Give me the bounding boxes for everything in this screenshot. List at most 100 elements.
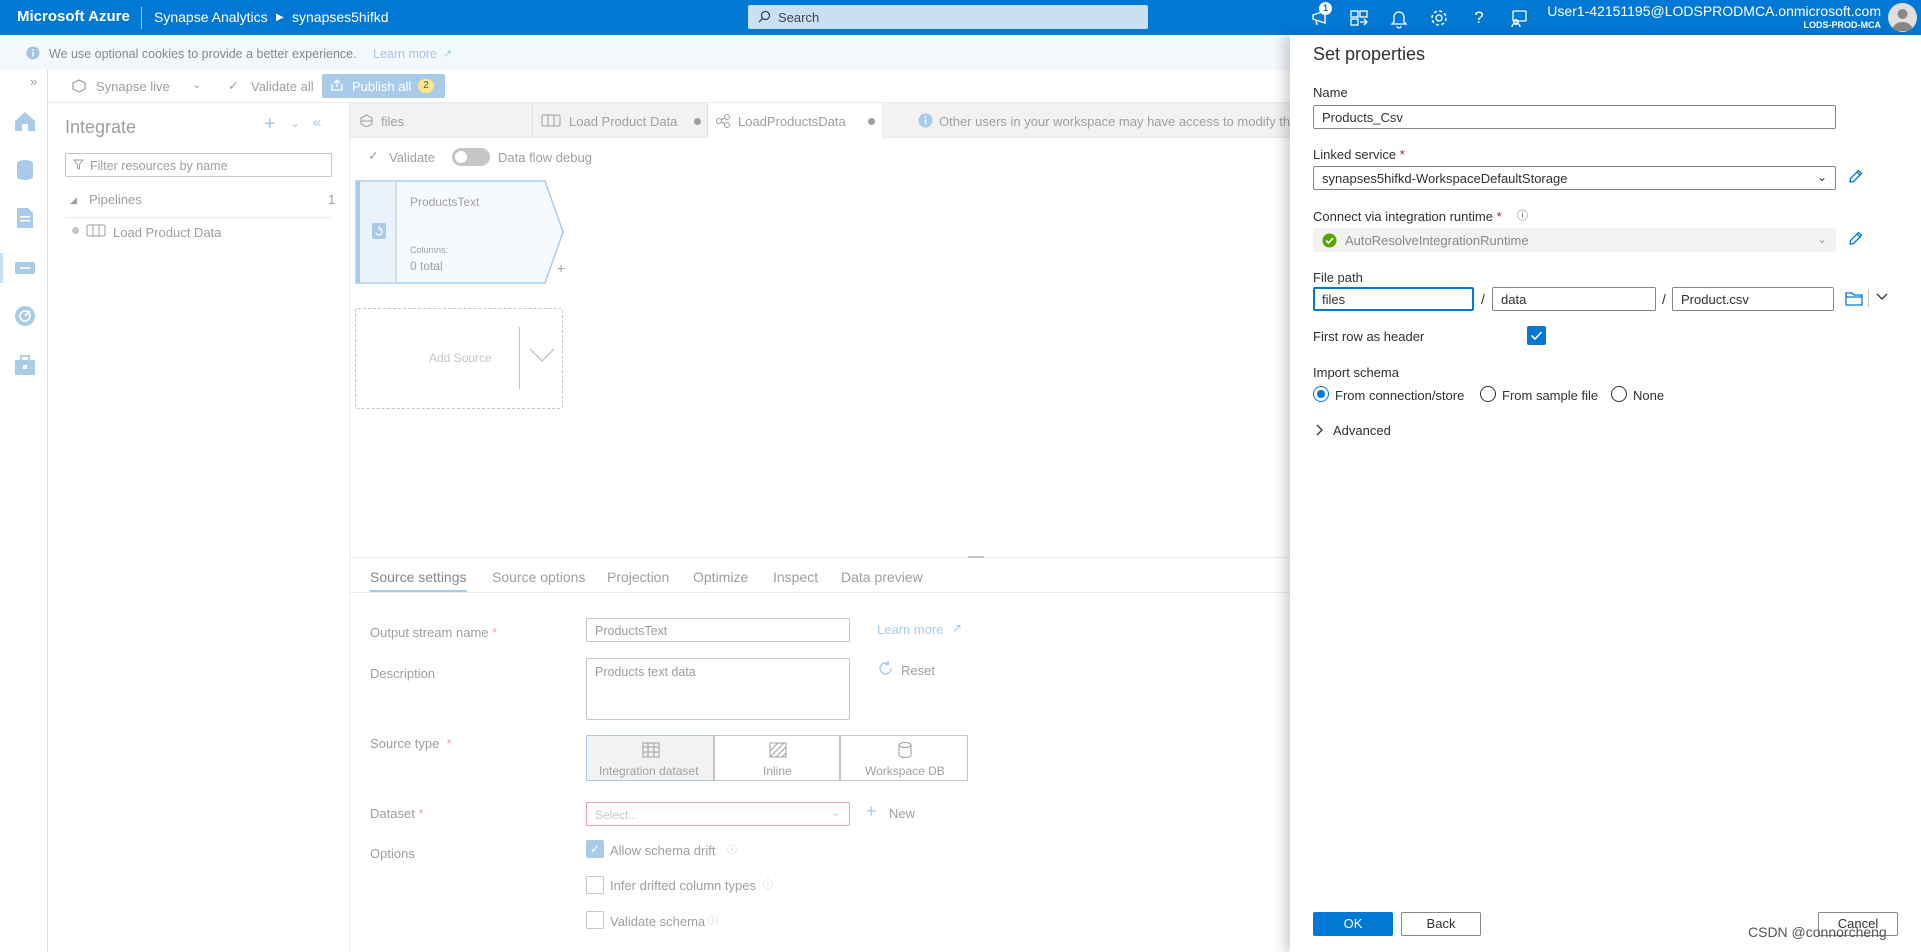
cookie-learn-more-link[interactable]: Learn more (373, 47, 437, 61)
checkmark-icon: ✓ (228, 78, 239, 93)
advanced-label: Advanced (1333, 423, 1391, 438)
advanced-expander[interactable]: Advanced (1313, 421, 1433, 441)
source-node[interactable]: ProductsText Columns: 0 total (355, 180, 565, 284)
output-stream-input[interactable]: ProductsText (586, 618, 850, 642)
reset-button[interactable]: Reset (901, 663, 935, 678)
radio-from-connection[interactable] (1313, 386, 1329, 402)
monitor-icon[interactable] (12, 303, 38, 329)
unsaved-dot-icon[interactable] (868, 118, 875, 125)
debug-toggle[interactable] (452, 148, 490, 166)
runtime-select[interactable]: AutoResolveIntegrationRuntime ⌄ (1313, 228, 1836, 252)
list-item[interactable]: Load Product Data (72, 219, 332, 243)
avatar[interactable] (1888, 3, 1917, 32)
expand-nav-icon[interactable]: » (30, 74, 37, 89)
file-path-file-input[interactable]: Product.csv (1672, 287, 1834, 311)
add-source-box[interactable]: Add Source (355, 308, 563, 409)
validate-schema-checkbox[interactable] (586, 911, 604, 929)
pipeline-name: Load Product Data (113, 225, 222, 240)
publish-count-badge: 2 (418, 79, 434, 93)
validate-button[interactable]: Validate (389, 150, 435, 165)
collapse-all-icon[interactable]: ⌄ (290, 116, 300, 130)
output-stream-value: ProductsText (595, 624, 668, 638)
info-icon[interactable]: ⓘ (1517, 207, 1528, 223)
info-icon (918, 113, 933, 128)
tab-inspect[interactable]: Inspect (773, 569, 818, 585)
tab-source-settings[interactable]: Source settings (370, 569, 467, 585)
divider (141, 7, 142, 29)
reset-icon (877, 660, 894, 677)
name-label: Name (1313, 85, 1348, 100)
add-resource-icon[interactable]: + (264, 113, 276, 136)
radio-none[interactable] (1611, 386, 1627, 402)
option-label: Validate schema (610, 914, 706, 929)
search-placeholder: Search (778, 10, 820, 25)
panel-title: Set properties (1313, 44, 1426, 64)
develop-icon[interactable] (12, 205, 38, 231)
ok-button[interactable]: OK (1313, 912, 1393, 936)
collapse-panel-icon[interactable]: « (313, 114, 321, 131)
tab-source-options[interactable]: Source options (492, 569, 585, 585)
name-input[interactable]: Products_Csv (1313, 105, 1836, 129)
brand-name[interactable]: Microsoft Azure (17, 8, 130, 25)
tab-files[interactable]: files (350, 103, 532, 138)
active-tab-indicator (370, 590, 467, 592)
breadcrumb-workspace[interactable]: synapses5hifkd (292, 9, 389, 25)
radio-label: From connection/store (1335, 388, 1465, 403)
filter-resources-input[interactable]: Filter resources by name (65, 153, 332, 177)
search-input[interactable]: Search (748, 5, 1148, 29)
publish-icon (330, 78, 344, 92)
dataset-select[interactable]: Select... ⌄ (586, 802, 850, 826)
bell-icon[interactable] (1388, 7, 1410, 29)
validate-all-button[interactable]: Validate all (251, 79, 314, 94)
linked-service-value: synapses5hifkd-WorkspaceDefaultStorage (1322, 171, 1568, 186)
file-path-directory-input[interactable]: data (1492, 287, 1656, 311)
chevron-down-icon[interactable]: ⌄ (192, 78, 201, 91)
help-icon[interactable]: ? (1468, 7, 1490, 29)
home-icon[interactable] (12, 108, 38, 134)
pipelines-section[interactable]: Pipelines (89, 192, 142, 207)
publish-all-button[interactable]: Publish all 2 (322, 74, 445, 98)
path-separator: / (1481, 291, 1485, 307)
first-row-header-checkbox[interactable] (1527, 326, 1546, 345)
chevron-down-icon[interactable] (1876, 293, 1888, 301)
allow-schema-drift-checkbox[interactable]: ✓ (586, 840, 604, 858)
manage-icon[interactable] (12, 352, 38, 378)
tab-optimize[interactable]: Optimize (693, 569, 748, 585)
option-label: Allow schema drift (610, 843, 716, 858)
options-label: Options (370, 846, 415, 861)
radio-from-sample-file[interactable] (1480, 386, 1496, 402)
source-type-integration-dataset[interactable]: Integration dataset (586, 735, 714, 781)
integrate-icon[interactable] (12, 255, 38, 281)
directory-switch-icon[interactable] (1348, 7, 1370, 29)
breadcrumb-service[interactable]: Synapse Analytics (154, 9, 268, 25)
tab-load-product-data[interactable]: Load Product Data (532, 103, 707, 138)
toggle-knob (455, 151, 467, 163)
tab-projection[interactable]: Projection (607, 569, 669, 585)
info-icon (26, 46, 40, 60)
edit-linked-service-icon[interactable] (1847, 168, 1864, 185)
description-textarea[interactable]: Products text data (586, 658, 850, 720)
linked-service-select[interactable]: synapses5hifkd-WorkspaceDefaultStorage ⌄ (1313, 166, 1836, 190)
learn-more-link[interactable]: Learn more (877, 622, 943, 637)
source-type-inline[interactable]: Inline (714, 735, 840, 781)
edit-runtime-icon[interactable] (1847, 230, 1864, 247)
data-icon[interactable] (12, 157, 38, 183)
infer-drifted-checkbox[interactable] (586, 876, 604, 894)
feedback-icon[interactable] (1508, 7, 1530, 29)
tab-load-products-data[interactable]: LoadProductsData (707, 103, 882, 138)
add-transform-icon[interactable]: + (557, 260, 565, 276)
account-info[interactable]: User1-42151195@LODSPRODMCA.onmicrosoft.c… (1547, 3, 1881, 30)
tab-data-preview[interactable]: Data preview (841, 569, 923, 585)
browse-folder-icon[interactable] (1845, 291, 1863, 306)
expand-triangle-icon[interactable]: ◢ (70, 195, 77, 206)
gear-icon[interactable] (1428, 7, 1450, 29)
synapse-live-dropdown[interactable]: Synapse live (96, 79, 170, 94)
unsaved-dot-icon[interactable] (694, 118, 701, 125)
import-schema-label: Import schema (1313, 365, 1399, 380)
file-path-container-input[interactable]: files (1313, 287, 1474, 311)
source-type-workspace-db[interactable]: Workspace DB (840, 735, 968, 781)
top-bar: Microsoft Azure Synapse Analytics ▶ syna… (0, 0, 1921, 35)
description-label: Description (370, 666, 436, 681)
new-dataset-button[interactable]: New (889, 806, 915, 821)
back-button[interactable]: Back (1401, 912, 1481, 936)
